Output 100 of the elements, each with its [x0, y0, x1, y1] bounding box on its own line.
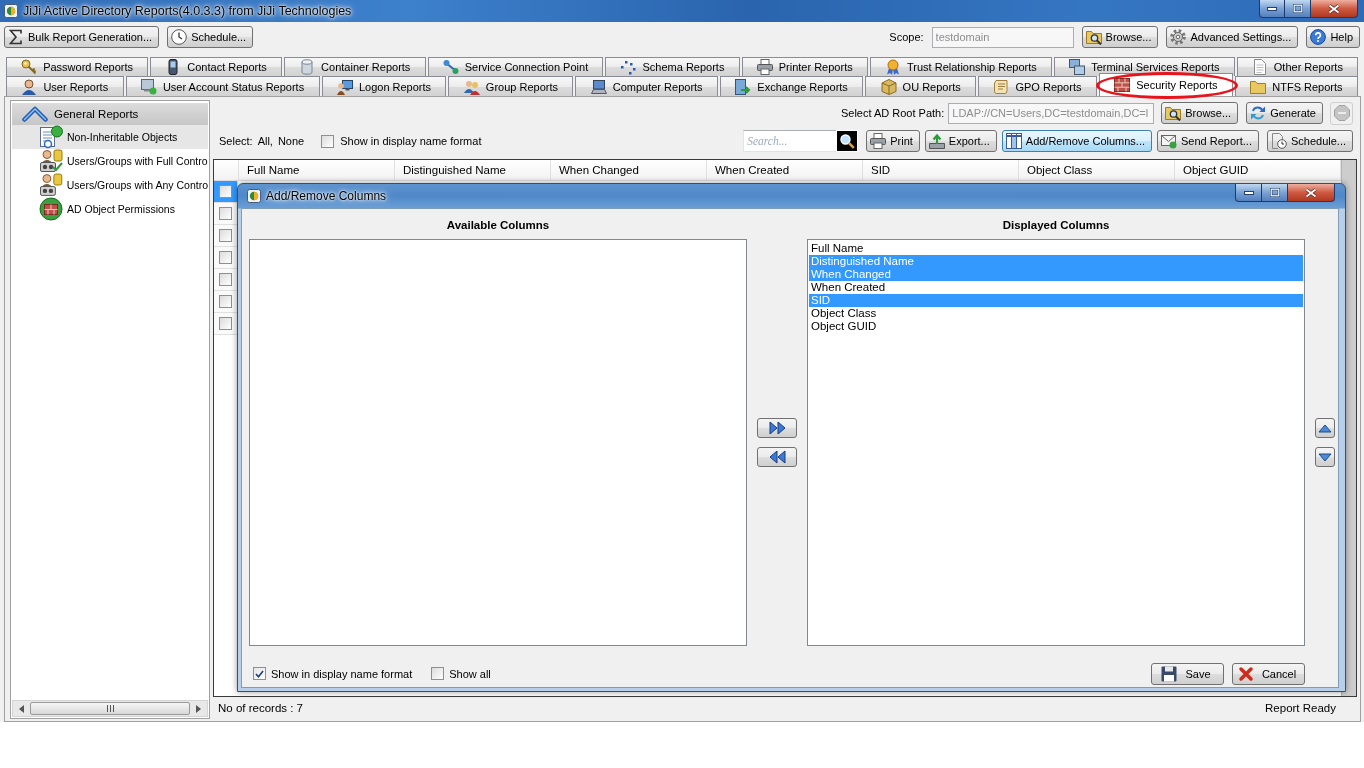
column-header[interactable]: When Changed — [551, 160, 707, 180]
minimize-button[interactable] — [1235, 184, 1262, 202]
cross-icon — [1237, 665, 1254, 682]
scrollbar-thumb[interactable] — [30, 702, 190, 715]
checkbox[interactable] — [321, 134, 335, 148]
maximize-button[interactable] — [1262, 184, 1288, 202]
root-path-label: Select AD Root Path: — [840, 107, 945, 119]
tab[interactable]: User Account Status Reports — [125, 76, 320, 96]
tab[interactable]: Contact Reports — [150, 57, 282, 76]
tab[interactable]: User Reports — [6, 76, 124, 96]
user-icon — [21, 78, 38, 95]
folder-search-icon — [1165, 105, 1182, 121]
sidebar-item[interactable]: AD Object Permissions — [12, 197, 208, 221]
list-item[interactable]: Object Class — [809, 307, 1303, 320]
sidebar-item[interactable]: Users/Groups with Full Contro — [12, 149, 208, 173]
remove-column-button[interactable] — [757, 447, 797, 467]
row-select-cell[interactable] — [214, 313, 238, 335]
checkbox[interactable] — [219, 229, 232, 242]
tab[interactable]: Logon Reports — [321, 76, 447, 96]
checkbox[interactable] — [219, 273, 232, 286]
tab[interactable]: Other Reports — [1236, 57, 1359, 76]
medal-icon — [885, 59, 901, 75]
column-header[interactable]: Distinguished Name — [395, 160, 551, 180]
export-button[interactable]: Export... — [924, 130, 997, 152]
minimize-icon — [1243, 190, 1254, 195]
left-arrow-icon — [19, 704, 24, 713]
maximize-button[interactable] — [1285, 0, 1311, 18]
row-select-cell[interactable] — [214, 203, 238, 225]
tab[interactable]: Exchange Reports — [720, 76, 864, 96]
search-button[interactable] — [836, 130, 859, 152]
tab[interactable]: Trust Relationship Reports — [869, 57, 1052, 76]
column-header[interactable]: SID — [863, 160, 1019, 180]
displayed-columns-list[interactable]: Full Name Distinguished Name When Changed When Created SID Object Class Object GUID — [807, 239, 1305, 646]
tab[interactable]: Group Reports — [448, 76, 574, 96]
list-item[interactable]: Full Name — [809, 242, 1303, 255]
browse-button[interactable]: Browse... — [1161, 102, 1239, 124]
tab[interactable]: Password Reports — [6, 57, 149, 76]
users-icon — [463, 78, 480, 95]
checkbox[interactable] — [219, 207, 232, 220]
columns-button[interactable]: Add/Remove Columns... — [1001, 130, 1152, 152]
brick-wall-icon — [1114, 77, 1131, 93]
row-select-cell[interactable] — [214, 181, 238, 203]
tab[interactable]: Service Connection Point — [427, 57, 604, 76]
document-clock-icon — [1270, 133, 1287, 149]
minimize-button[interactable] — [1259, 0, 1285, 18]
checkbox[interactable] — [253, 667, 266, 680]
send-report-button[interactable]: Send Report... — [1157, 130, 1259, 152]
bulk-report-button[interactable]: Bulk Report Generation... — [4, 26, 160, 48]
tab[interactable]: GPO Reports — [978, 76, 1097, 96]
checkbox[interactable] — [431, 667, 445, 680]
list-item[interactable]: When Created — [809, 281, 1303, 294]
checkbox[interactable] — [219, 251, 232, 264]
select-link[interactable]: None — [277, 135, 305, 147]
checkbox[interactable] — [219, 185, 232, 198]
sidebar-item[interactable]: Users/Groups with Any Contro — [12, 173, 208, 197]
tab[interactable]: Computer Reports — [575, 76, 718, 96]
row-select-cell[interactable] — [214, 225, 238, 247]
close-button[interactable] — [1288, 184, 1335, 202]
tab[interactable]: Container Reports — [283, 57, 426, 76]
grip-icon — [106, 705, 114, 712]
checkbox-label: Show all — [449, 667, 491, 680]
schedule-button[interactable]: Schedule... — [167, 26, 254, 48]
cancel-button[interactable]: Cancel — [1232, 662, 1305, 685]
folder-icon — [1250, 78, 1267, 95]
row-select-cell[interactable] — [214, 291, 238, 313]
move-up-button[interactable] — [1315, 418, 1335, 438]
double-arrow-right-icon — [768, 421, 786, 435]
sidebar-item[interactable]: Non-Inheritable Objects — [12, 125, 208, 149]
key-icon — [21, 59, 38, 75]
print-button[interactable]: Print — [866, 130, 920, 152]
group-header[interactable]: General Reports — [12, 103, 208, 125]
tab[interactable]: OU Reports — [865, 76, 977, 96]
select-link[interactable]: All, — [257, 135, 273, 147]
column-header[interactable]: When Created — [707, 160, 863, 180]
tab[interactable]: Terminal Services Reports — [1054, 57, 1235, 76]
row-select-cell[interactable] — [214, 269, 238, 291]
column-header[interactable]: Full Name — [239, 160, 395, 180]
move-down-button[interactable] — [1315, 447, 1335, 467]
checkbox-label: Show in display name format — [340, 135, 482, 147]
tab[interactable]: Printer Reports — [741, 57, 868, 76]
close-button[interactable] — [1311, 0, 1358, 18]
help-button[interactable]: Help — [1306, 26, 1360, 48]
connected-dots-icon — [442, 59, 459, 75]
generate-button[interactable]: Generate — [1246, 102, 1323, 124]
tab[interactable]: Security Reports — [1098, 73, 1233, 96]
column-header[interactable]: Object Class — [1019, 160, 1175, 180]
row-select-cell[interactable] — [214, 247, 238, 269]
list-item[interactable]: Object GUID — [809, 320, 1303, 333]
add-column-button[interactable] — [757, 418, 797, 438]
browse-button[interactable]: Browse... — [1081, 26, 1159, 48]
horizontal-scrollbar[interactable] — [12, 700, 208, 717]
tab[interactable]: Schema Reports — [605, 57, 740, 76]
checkbox[interactable] — [219, 295, 232, 308]
settings-button[interactable]: Advanced Settings... — [1166, 26, 1299, 48]
checkbox[interactable] — [219, 317, 232, 330]
select-label: Select: — [219, 135, 253, 147]
search-field[interactable]: Search... — [743, 130, 837, 152]
save-button[interactable]: Save — [1151, 662, 1224, 685]
tab[interactable]: NTFS Reports — [1234, 76, 1358, 96]
schedule-button[interactable]: Schedule... — [1266, 130, 1353, 152]
